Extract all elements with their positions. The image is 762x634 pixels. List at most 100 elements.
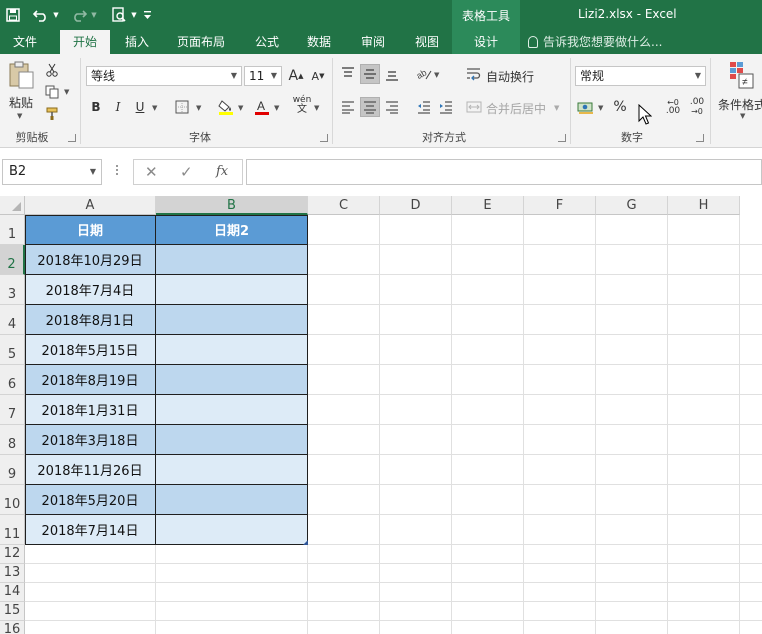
enter-check-icon[interactable]: ✓ xyxy=(180,159,193,185)
cancel-icon[interactable]: ✕ xyxy=(145,159,158,185)
merge-dropdown-icon[interactable]: ▼ xyxy=(554,104,559,112)
phonetic-dropdown-icon[interactable]: ▼ xyxy=(314,104,319,112)
row-header-6[interactable]: 6 xyxy=(0,365,25,395)
table-cell[interactable]: 2018年1月31日 xyxy=(25,395,156,425)
table-cell[interactable]: 2018年11月26日 xyxy=(25,455,156,485)
save-icon[interactable] xyxy=(2,0,24,30)
accounting-format-icon[interactable] xyxy=(576,97,596,117)
row-header-8[interactable]: 8 xyxy=(0,425,25,455)
table-cell[interactable]: 2018年8月19日 xyxy=(25,365,156,395)
underline-dropdown-icon[interactable]: ▼ xyxy=(152,104,157,112)
copy-icon[interactable] xyxy=(42,82,62,102)
table-cell[interactable] xyxy=(156,515,308,545)
row-header-1[interactable]: 1 xyxy=(0,215,25,245)
tab-data[interactable]: 数据 xyxy=(296,30,342,54)
table-cell[interactable] xyxy=(156,305,308,335)
phonetic-guide-icon[interactable]: wén 文 xyxy=(292,95,312,115)
row-header-14[interactable]: 14 xyxy=(0,583,25,602)
table-cell[interactable]: 2018年3月18日 xyxy=(25,425,156,455)
table-cell[interactable]: 2018年8月1日 xyxy=(25,305,156,335)
orientation-icon[interactable]: ab xyxy=(414,64,434,84)
paste-dropdown-icon[interactable]: ▼ xyxy=(17,112,22,120)
number-launcher-icon[interactable] xyxy=(696,134,704,142)
table-header-cell[interactable]: 日期 xyxy=(25,215,156,245)
table-cell[interactable] xyxy=(156,395,308,425)
number-format-select[interactable]: 常规 ▼ xyxy=(575,66,706,86)
row-header-16[interactable]: 16 xyxy=(0,621,25,634)
row-header-4[interactable]: 4 xyxy=(0,305,25,335)
merge-center-icon[interactable] xyxy=(464,97,484,117)
fill-color-dropdown-icon[interactable]: ▼ xyxy=(238,104,243,112)
table-cell[interactable] xyxy=(156,425,308,455)
column-header-b[interactable]: B xyxy=(156,196,308,215)
underline-button[interactable]: U xyxy=(130,97,150,117)
tab-view[interactable]: 视图 xyxy=(404,30,450,54)
align-left-icon[interactable] xyxy=(338,97,358,117)
clipboard-launcher-icon[interactable] xyxy=(68,134,76,142)
print-preview-dropdown-icon[interactable]: ▼ xyxy=(130,0,138,30)
bottom-align-icon[interactable] xyxy=(382,64,402,84)
top-align-icon[interactable] xyxy=(338,64,358,84)
row-header-3[interactable]: 3 xyxy=(0,275,25,305)
font-size-select[interactable]: 11 ▼ xyxy=(244,66,282,86)
cut-icon[interactable] xyxy=(42,60,62,80)
name-box[interactable]: B2 ▼ xyxy=(2,159,102,185)
table-cell[interactable]: 2018年10月29日 xyxy=(25,245,156,275)
alignment-launcher-icon[interactable] xyxy=(558,134,566,142)
decrease-decimal-icon[interactable]: .00 →0 xyxy=(686,97,708,117)
tab-review[interactable]: 审阅 xyxy=(350,30,396,54)
table-cell[interactable] xyxy=(156,455,308,485)
decrease-indent-icon[interactable] xyxy=(414,97,434,117)
borders-icon[interactable] xyxy=(172,97,192,117)
tab-design[interactable]: 设计 xyxy=(452,30,520,54)
table-cell[interactable] xyxy=(156,485,308,515)
row-header-5[interactable]: 5 xyxy=(0,335,25,365)
tab-page-layout[interactable]: 页面布局 xyxy=(168,30,234,54)
wrap-text-icon[interactable] xyxy=(464,64,484,84)
align-center-icon[interactable] xyxy=(360,97,380,117)
increase-indent-icon[interactable] xyxy=(436,97,456,117)
row-header-13[interactable]: 13 xyxy=(0,564,25,583)
insert-function-icon[interactable]: fx xyxy=(216,159,228,185)
row-header-7[interactable]: 7 xyxy=(0,395,25,425)
font-launcher-icon[interactable] xyxy=(320,134,328,142)
row-header-2[interactable]: 2 xyxy=(0,245,25,275)
table-cell[interactable]: 2018年5月15日 xyxy=(25,335,156,365)
row-header-9[interactable]: 9 xyxy=(0,455,25,485)
middle-align-icon[interactable] xyxy=(360,64,380,84)
column-header-g[interactable]: G xyxy=(596,196,668,215)
paste-label[interactable]: 粘贴 xyxy=(9,94,33,111)
accounting-dropdown-icon[interactable]: ▼ xyxy=(598,104,603,112)
table-cell[interactable] xyxy=(156,245,308,275)
fill-color-icon[interactable] xyxy=(216,97,236,117)
redo-icon[interactable] xyxy=(68,0,90,30)
percent-style-button[interactable]: % xyxy=(610,97,630,117)
conditional-format-dropdown-icon[interactable]: ▼ xyxy=(740,112,745,120)
row-header-15[interactable]: 15 xyxy=(0,602,25,621)
print-preview-icon[interactable] xyxy=(108,0,130,30)
paste-icon[interactable] xyxy=(6,60,36,90)
undo-icon[interactable] xyxy=(30,0,52,30)
redo-dropdown-icon[interactable]: ▼ xyxy=(90,0,98,30)
row-header-12[interactable]: 12 xyxy=(0,545,25,564)
tab-formulas[interactable]: 公式 xyxy=(244,30,290,54)
column-header-h[interactable]: H xyxy=(668,196,740,215)
customize-qat-icon[interactable] xyxy=(140,0,154,30)
font-color-dropdown-icon[interactable]: ▼ xyxy=(274,104,279,112)
italic-button[interactable]: I xyxy=(108,97,128,117)
format-painter-icon[interactable] xyxy=(42,104,62,124)
formula-input[interactable] xyxy=(246,159,762,185)
table-cell[interactable]: 2018年7月4日 xyxy=(25,275,156,305)
conditional-format-label[interactable]: 条件格式 xyxy=(718,96,762,113)
increase-decimal-icon[interactable]: ←0.00 xyxy=(662,97,684,117)
increase-font-size-icon[interactable]: A ▲ xyxy=(286,66,306,86)
copy-dropdown-icon[interactable]: ▼ xyxy=(64,88,69,96)
tab-file[interactable]: 文件 xyxy=(2,30,48,54)
table-cell[interactable]: 2018年5月20日 xyxy=(25,485,156,515)
orientation-dropdown-icon[interactable]: ▼ xyxy=(434,71,439,79)
undo-dropdown-icon[interactable]: ▼ xyxy=(52,0,60,30)
tab-insert[interactable]: 插入 xyxy=(114,30,160,54)
table-cell[interactable] xyxy=(156,365,308,395)
column-header-e[interactable]: E xyxy=(452,196,524,215)
table-header-cell[interactable]: 日期2 xyxy=(156,215,308,245)
